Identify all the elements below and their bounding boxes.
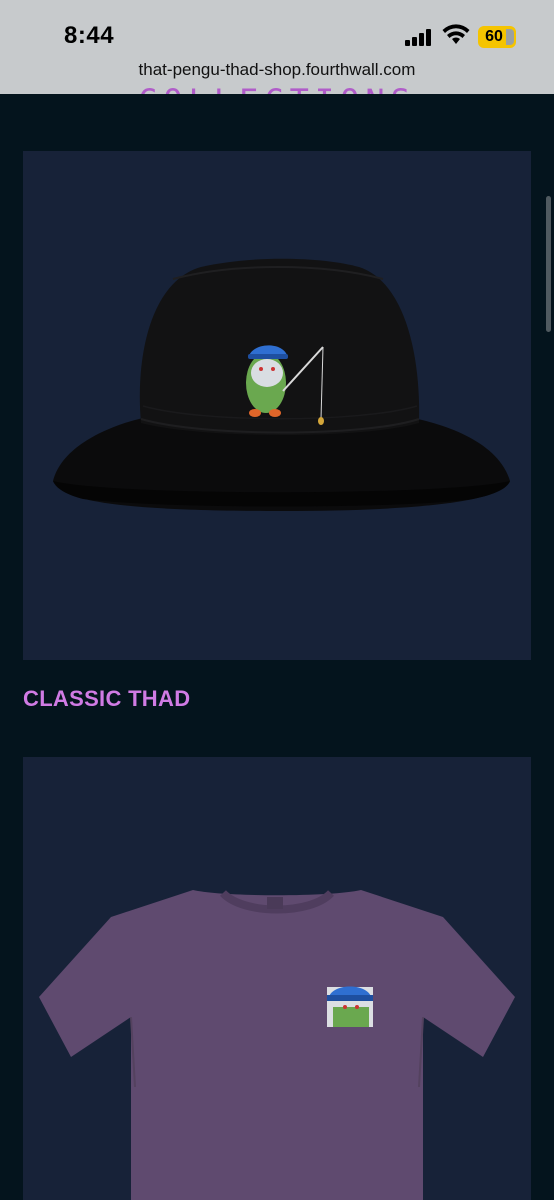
tshirt-image [39, 890, 515, 1200]
penguin-patch-icon [327, 986, 373, 1027]
product-card-bucket-hat[interactable] [23, 151, 531, 660]
cellular-signal-icon [405, 28, 433, 46]
wifi-icon [442, 24, 470, 44]
status-time: 8:44 [64, 22, 115, 49]
battery-icon: 60 [478, 26, 516, 48]
battery-level: 60 [485, 28, 503, 45]
section-heading: COLLECTIONS [0, 82, 554, 94]
section-heading-clip: COLLECTIONS [0, 74, 554, 94]
collection-title[interactable]: CLASSIC THAD [23, 686, 190, 712]
scroll-indicator [546, 196, 551, 332]
bucket-hat-image [53, 258, 510, 511]
product-card-tshirt[interactable] [23, 757, 531, 1200]
